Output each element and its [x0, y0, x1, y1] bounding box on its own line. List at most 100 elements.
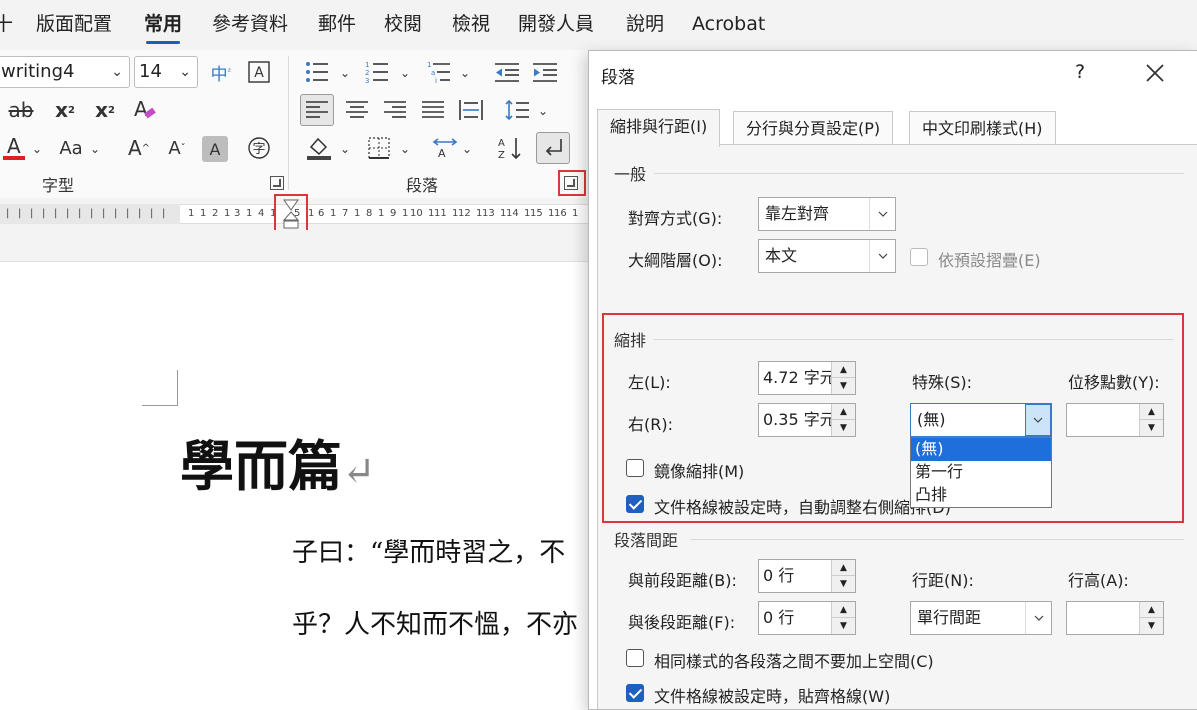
auto-adjust-indent-checkbox[interactable]	[626, 495, 644, 513]
ruler-tick: |	[78, 208, 82, 219]
ruler-tick: 1	[572, 208, 579, 219]
line-height-spinner[interactable]: ▲ ▼	[1066, 601, 1164, 635]
chevron-down-icon[interactable]: ⌄	[538, 104, 548, 118]
ruler-tick: 11	[434, 208, 447, 219]
align-right-icon[interactable]	[378, 94, 412, 126]
special-option-none[interactable]: (無)	[911, 438, 1051, 461]
snap-to-grid-checkbox[interactable]	[626, 684, 644, 702]
numbering-icon[interactable]: 123	[360, 56, 394, 88]
increase-indent-icon[interactable]	[528, 56, 562, 88]
tab-asian-typography[interactable]: 中文印刷樣式(H)	[909, 111, 1056, 147]
close-icon[interactable]	[1141, 59, 1169, 87]
special-option-first-line[interactable]: 第一行	[911, 461, 1051, 484]
mirror-indents-checkbox[interactable]	[626, 459, 644, 477]
font-size-combo[interactable]: 14 ⌄	[134, 56, 198, 88]
multilevel-list-icon[interactable]: 1ai	[422, 56, 456, 88]
chevron-down-icon	[869, 198, 895, 230]
superscript-icon[interactable]: x2	[88, 94, 122, 126]
asian-layout-icon[interactable]: A	[428, 132, 462, 164]
menu-tab-view[interactable]: 檢視	[452, 10, 490, 40]
subscript-icon[interactable]: x2	[48, 94, 82, 126]
alignment-select[interactable]: 靠左對齊	[758, 197, 896, 231]
document-line-2[interactable]: 乎？人不知而不慍，不亦	[292, 604, 578, 641]
document-title[interactable]: 學而篇↵	[180, 422, 376, 501]
spacing-after-spinner[interactable]: 0 行 ▲ ▼	[758, 601, 856, 635]
decrease-indent-icon[interactable]	[490, 56, 524, 88]
show-paragraph-marks-icon[interactable]	[536, 132, 570, 164]
section-divider	[654, 173, 1184, 174]
menu-tab-help[interactable]: 說明	[626, 10, 664, 40]
special-option-hanging[interactable]: 凸排	[911, 484, 1051, 507]
character-shading-icon[interactable]: A	[202, 136, 228, 162]
enclose-characters-icon[interactable]: 字	[242, 132, 276, 164]
tab-line-page-breaks[interactable]: 分行與分頁設定(P)	[733, 111, 894, 147]
by-spinner[interactable]: ▲ ▼	[1066, 403, 1164, 437]
spin-down-icon[interactable]: ▼	[831, 618, 855, 634]
phonetic-guide-icon[interactable]: 中ᶻ	[204, 56, 238, 88]
change-case-icon[interactable]: Aa	[54, 132, 88, 164]
chevron-down-icon[interactable]: ⌄	[460, 66, 470, 80]
borders-icon[interactable]	[362, 132, 396, 164]
spacing-before-spinner[interactable]: 0 行 ▲ ▼	[758, 559, 856, 593]
chevron-down-icon[interactable]: ⌄	[340, 66, 350, 80]
font-color-icon[interactable]: A	[0, 132, 32, 164]
collapse-default-checkbox[interactable]	[910, 248, 928, 266]
line-spacing-select[interactable]: 單行間距	[910, 601, 1052, 635]
ruler-tick: 1	[308, 208, 315, 219]
outline-level-select[interactable]: 本文	[758, 239, 896, 273]
ruler-tick: 9	[390, 208, 397, 219]
chevron-down-icon[interactable]: ⌄	[400, 142, 410, 156]
sort-icon[interactable]: AZ	[494, 132, 528, 164]
spin-down-icon[interactable]: ▼	[1139, 420, 1163, 436]
menu-tab-references[interactable]: 參考資料	[212, 10, 288, 40]
justify-icon[interactable]	[416, 94, 450, 126]
menu-tab-acrobat[interactable]: Acrobat	[692, 10, 765, 40]
tab-indents-spacing[interactable]: 縮排與行距(I)	[597, 109, 721, 147]
bullets-icon[interactable]	[300, 56, 334, 88]
help-button[interactable]: ?	[1075, 61, 1085, 83]
menu-bar: 十 版面配置 常用 參考資料 郵件 校閱 檢視 開發人員 說明 Acrobat	[0, 0, 1197, 50]
tab-panel: 一般 對齊方式(G): 靠左對齊 大綱階層(O): 本文 依預設摺疊(E) 縮排…	[597, 144, 1197, 709]
font-name-combo[interactable]: writing4 ⌄	[0, 56, 130, 88]
menu-tab-home[interactable]: 常用	[144, 10, 182, 44]
right-indent-spinner[interactable]: 0.35 字元 ▲ ▼	[758, 403, 856, 437]
spin-down-icon[interactable]: ▼	[1139, 618, 1163, 634]
shrink-font-icon[interactable]: Aˇ	[160, 132, 194, 164]
spin-down-icon[interactable]: ▼	[831, 378, 855, 394]
strikethrough-icon[interactable]: ab	[4, 94, 38, 126]
snap-to-grid-label: 文件格線被設定時，貼齊格線(W)	[654, 687, 891, 706]
no-space-same-style-checkbox[interactable]	[626, 649, 644, 667]
document-page[interactable]: 學而篇↵ 子曰：“學而時習之，不 乎？人不知而不慍，不亦	[0, 262, 600, 710]
align-left-icon[interactable]	[300, 94, 334, 126]
ruler-tick: |	[18, 208, 22, 219]
svg-text:字: 字	[252, 142, 265, 157]
chevron-down-icon[interactable]: ⌄	[32, 142, 42, 156]
shading-icon[interactable]	[302, 132, 336, 164]
menu-tab-developer[interactable]: 開發人員	[518, 10, 594, 40]
menu-tab-layout[interactable]: 版面配置	[36, 10, 112, 40]
chevron-down-icon[interactable]: ⌄	[90, 142, 100, 156]
line-spacing-icon[interactable]	[500, 94, 534, 126]
enclosed-character-icon[interactable]: A	[242, 56, 276, 88]
menu-tab-design[interactable]: 十	[0, 10, 13, 40]
chevron-down-icon[interactable]: ⌄	[340, 142, 350, 156]
clear-formatting-icon[interactable]: A	[128, 94, 162, 126]
document-line-1[interactable]: 子曰：“學而時習之，不	[292, 532, 565, 569]
ruler-tick: 13	[482, 208, 495, 219]
spin-down-icon[interactable]: ▼	[831, 576, 855, 592]
grow-font-icon[interactable]: A ^	[122, 132, 156, 164]
spin-down-icon[interactable]: ▼	[831, 420, 855, 436]
align-center-icon[interactable]	[340, 94, 374, 126]
chevron-down-icon[interactable]: ⌄	[462, 142, 472, 156]
chevron-down-icon: ⌄	[111, 64, 123, 80]
font-dialog-launcher-icon[interactable]	[270, 176, 284, 190]
distributed-icon[interactable]	[454, 94, 488, 126]
left-indent-label: 左(L):	[628, 373, 671, 392]
left-indent-spinner[interactable]: 4.72 字元 ▲ ▼	[758, 361, 856, 395]
special-select[interactable]: (無)	[910, 403, 1052, 437]
chevron-down-icon[interactable]: ⌄	[400, 66, 410, 80]
ruler-tick: 8	[366, 208, 373, 219]
menu-tab-review[interactable]: 校閱	[384, 10, 422, 40]
ruler-tick: 1	[188, 208, 195, 219]
menu-tab-mailings[interactable]: 郵件	[318, 10, 356, 40]
